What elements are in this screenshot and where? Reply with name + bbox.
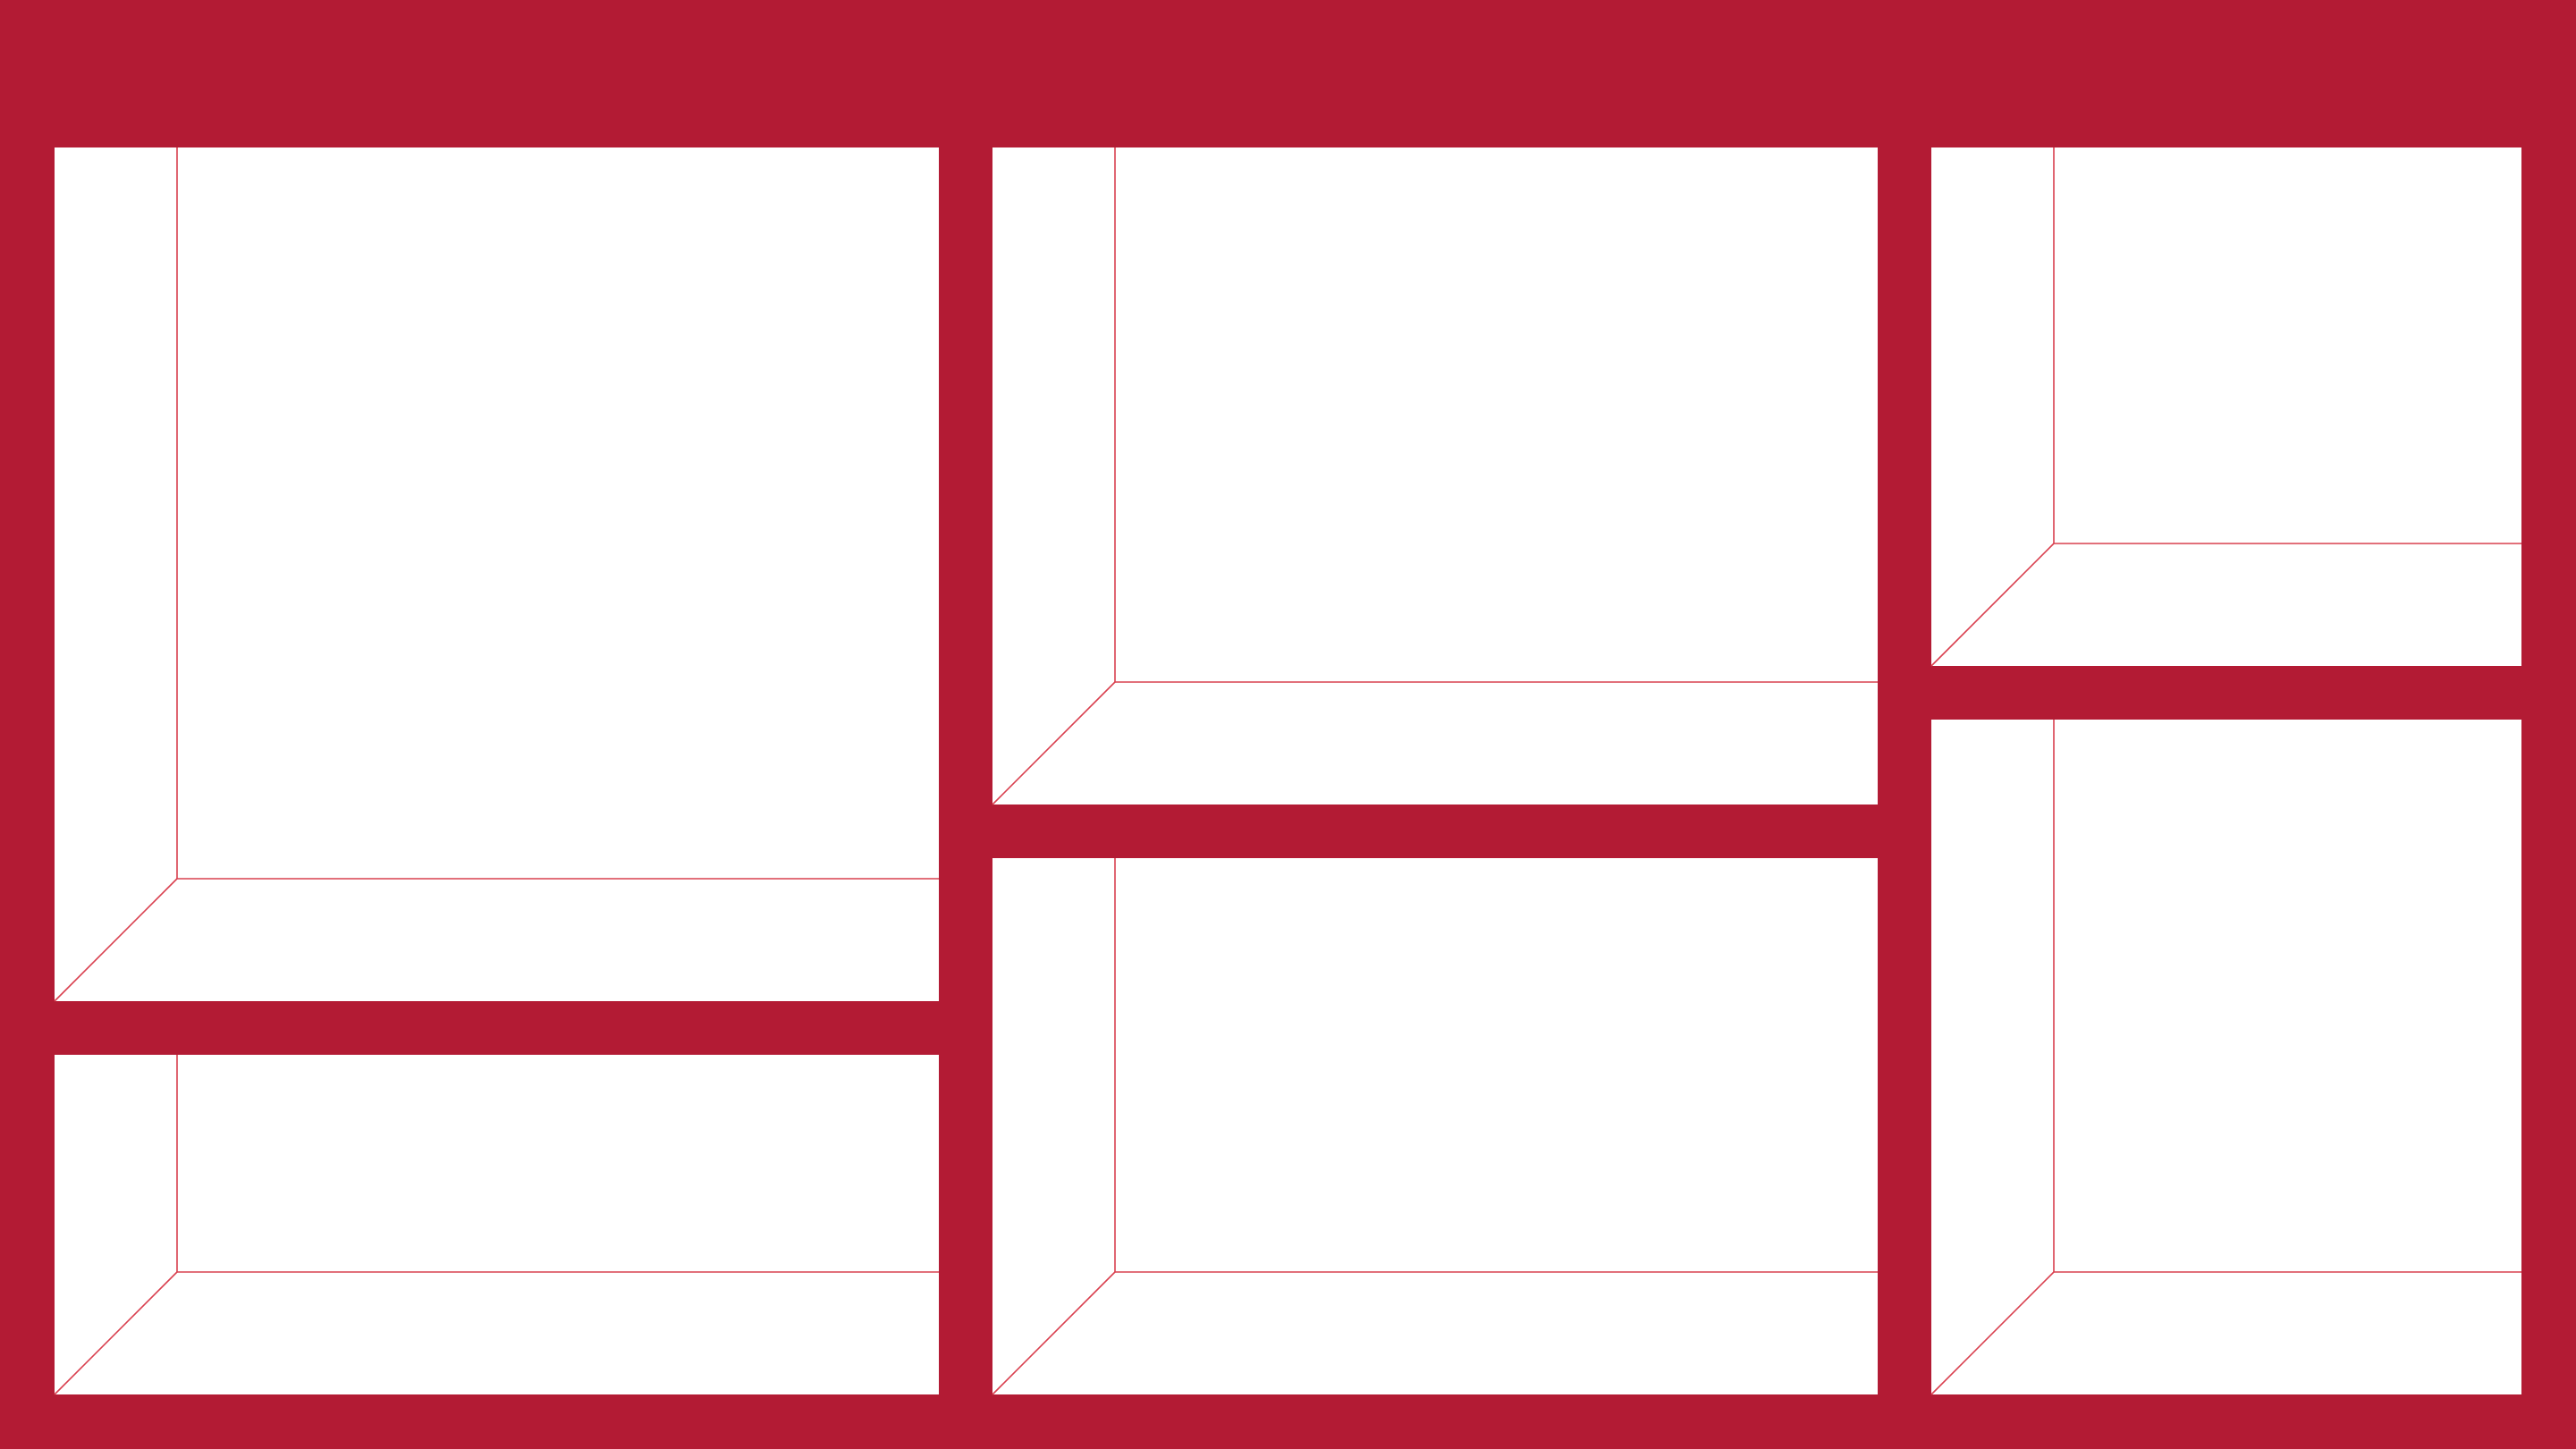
compartment-right-upper <box>1930 147 2521 667</box>
compartment-left-upper <box>54 147 939 1002</box>
compartment-left-lower <box>54 1055 939 1395</box>
compartment-middle-lower <box>992 858 1878 1395</box>
shelving-unit-diagram <box>0 0 2576 1449</box>
compartment-opening <box>1931 720 2521 1394</box>
compartment-opening <box>55 1055 939 1394</box>
compartments-group <box>54 147 2521 1395</box>
compartment-right-lower <box>1930 720 2521 1395</box>
compartment-opening <box>55 147 939 1001</box>
compartment-opening <box>992 147 1878 805</box>
compartment-opening <box>1931 147 2521 666</box>
compartment-middle-upper <box>992 147 1878 805</box>
compartment-opening <box>992 858 1878 1394</box>
